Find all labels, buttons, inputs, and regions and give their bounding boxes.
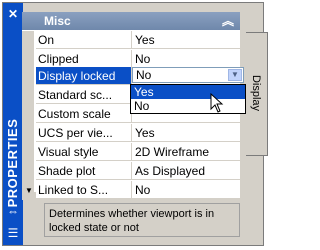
dropdown-list: Yes No [130,84,246,114]
display-tab-label: Display [250,74,262,112]
chevron-double-up-icon[interactable]: ︽ [222,12,234,30]
autohide-icon[interactable]: ⇔ [5,203,21,219]
chevron-down-icon[interactable]: ▼ [228,69,242,81]
display-tab[interactable]: Display [246,32,268,156]
property-row-ucs-per-viewport[interactable]: UCS per vie... Yes [22,124,240,143]
mouse-cursor-icon [210,93,224,113]
row-gutter [22,67,34,86]
category-label: Misc [44,14,71,28]
row-gutter [22,31,34,50]
property-value[interactable]: Yes [132,31,240,49]
property-name: On [36,31,132,49]
close-icon[interactable]: ✕ [6,7,20,21]
display-locked-select[interactable]: No ▼ [132,67,244,83]
property-name: Standard sc... [36,86,132,104]
row-gutter [22,124,34,143]
option-yes[interactable]: Yes [131,85,245,99]
properties-menu-icon[interactable]: ☰ [5,225,21,241]
property-value[interactable]: As Displayed [132,162,240,180]
property-name: UCS per vie... [36,124,132,142]
row-gutter [22,162,34,181]
property-value[interactable]: Yes [132,124,240,142]
property-name: Custom scale [36,105,132,123]
vertical-title-bar[interactable]: ✕ PROPERTIES ⇔ ☰ [3,3,23,245]
option-no[interactable]: No [131,99,245,113]
scroll-down-icon[interactable]: ▼ [24,186,34,196]
property-row-on[interactable]: On Yes [22,31,240,50]
description-text: Determines whether viewport is in locked… [49,208,215,234]
property-row-shade-plot[interactable]: Shade plot As Displayed [22,162,240,181]
property-name: Shade plot [36,162,132,180]
row-gutter [22,143,34,162]
property-row-visual-style[interactable]: Visual style 2D Wireframe [22,143,240,162]
property-value[interactable]: No [132,50,240,68]
property-name: Visual style [36,143,132,161]
property-name: Display locked [36,67,132,85]
description-panel: Determines whether viewport is in locked… [44,203,240,237]
property-name: Linked to S... [36,181,132,199]
property-row-linked-to-sheet[interactable]: Linked to S... No [22,181,240,200]
select-value: No [136,68,152,82]
row-gutter [22,105,34,124]
category-header-misc[interactable]: Misc ︽ [22,12,240,30]
property-value[interactable]: No [132,181,240,199]
property-name: Clipped [36,50,132,68]
row-gutter [22,86,34,105]
property-value[interactable]: 2D Wireframe [132,143,240,161]
